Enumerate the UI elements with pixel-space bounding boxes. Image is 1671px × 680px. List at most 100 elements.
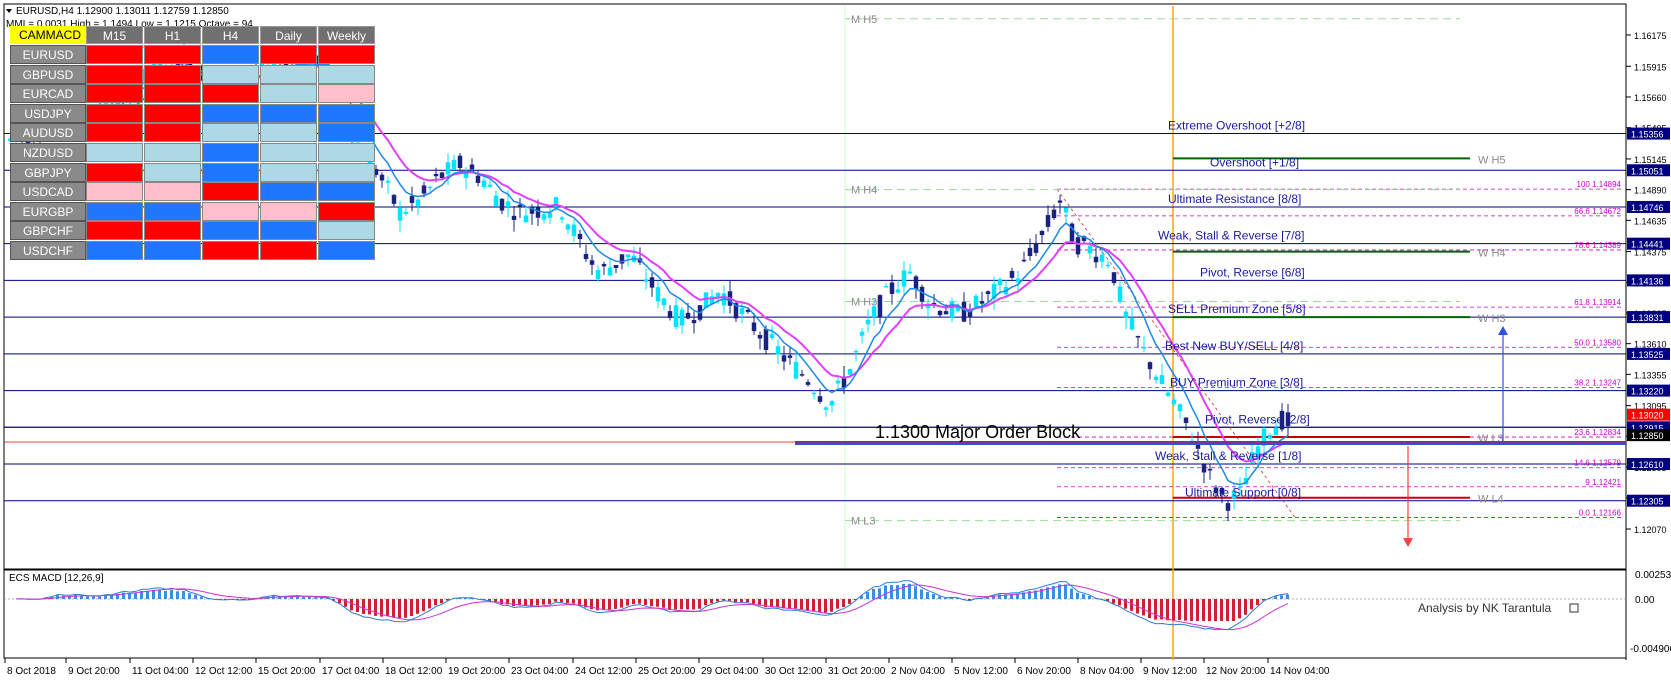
macd-axis-bottom: -0.004906 — [1630, 644, 1671, 655]
candle-body — [421, 185, 427, 194]
time-axis-label: 8 Oct 2018 — [7, 666, 56, 677]
macd-histogram-bar — [152, 589, 155, 599]
fib-label: 0.0 1.12166 — [1579, 508, 1622, 517]
candle-body — [1087, 245, 1093, 254]
time-axis: 8 Oct 2018 9 Oct 20:00 11 Oct 04:00 12 Oct … — [4, 658, 1330, 677]
monthly-pivot-label: M L3 — [851, 516, 875, 528]
candle-body — [679, 309, 685, 326]
price-tag-text: 1.14746 — [1631, 203, 1664, 213]
pair-label[interactable]: USDCAD — [10, 182, 86, 202]
candle-body — [595, 270, 601, 280]
candle-body — [781, 355, 787, 362]
candle-body — [655, 287, 661, 302]
macd-histogram-bar — [800, 599, 803, 610]
time-axis-label: 17 Oct 04:00 — [322, 666, 380, 677]
candle-body — [1105, 264, 1111, 267]
candle-body — [763, 328, 769, 350]
signal-cell — [202, 123, 259, 143]
signal-cell — [318, 84, 375, 104]
murrey-level-label: Pivot, Reverse [6/8] — [1200, 265, 1305, 279]
macd-histogram-bar — [770, 599, 773, 607]
macd-histogram-bar — [662, 599, 665, 608]
macd-histogram-bar — [434, 599, 437, 606]
candle-body — [1111, 272, 1117, 284]
macd-histogram-bar — [686, 599, 689, 610]
macd-histogram-bar — [308, 596, 311, 599]
signal-cell — [86, 241, 143, 260]
candle-body — [937, 311, 943, 316]
price-tag-text: 1.14441 — [1631, 240, 1664, 250]
candle-body — [919, 286, 925, 302]
time-axis-label: 15 Oct 20:00 — [258, 666, 316, 677]
macd-histogram-bar — [170, 590, 173, 599]
macd-histogram-bar — [182, 590, 185, 599]
signal-cell — [318, 162, 375, 182]
macd-histogram-bar — [752, 599, 755, 604]
macd-histogram-bar — [1208, 599, 1211, 621]
candle-body — [643, 279, 649, 282]
pair-label[interactable]: GBPCHF — [10, 221, 86, 241]
pair-label[interactable]: GBPUSD — [10, 64, 86, 84]
time-axis-label: 12 Oct 12:00 — [195, 666, 253, 677]
macd-histogram-bar — [530, 599, 533, 606]
signal-cell — [318, 182, 375, 202]
macd-histogram-bar — [566, 599, 569, 604]
candle-body — [403, 211, 409, 214]
macd-histogram-bar — [896, 585, 899, 599]
pair-label[interactable]: USDCHF — [10, 241, 86, 260]
signal-cell — [144, 182, 201, 202]
macd-histogram-bar — [926, 592, 929, 599]
macd-histogram-bar — [314, 597, 317, 599]
candle-body — [847, 369, 853, 375]
pair-label[interactable]: GBPJPY — [10, 162, 86, 182]
candle-body — [499, 198, 505, 211]
pair-label[interactable]: USDJPY — [10, 103, 86, 123]
pair-label[interactable]: EURUSD — [10, 45, 86, 64]
candle-body — [1123, 311, 1129, 318]
candle-body — [1177, 404, 1183, 412]
macd-histogram-bar — [500, 599, 503, 605]
pair-label[interactable]: NZDUSD — [10, 143, 86, 162]
candle-body — [739, 308, 745, 315]
candle-body — [1045, 215, 1051, 227]
macd-histogram-bar — [614, 599, 617, 609]
time-axis-label: 24 Oct 12:00 — [575, 666, 633, 677]
time-axis-label: 25 Oct 20:00 — [638, 666, 696, 677]
macd-histogram-bar — [728, 599, 731, 601]
macd-histogram-bar — [644, 599, 647, 605]
signal-cell — [318, 201, 375, 221]
time-axis-label: 31 Oct 20:00 — [828, 666, 886, 677]
pair-label[interactable]: EURCAD — [10, 84, 86, 104]
signal-cell — [202, 64, 259, 84]
macd-histogram-bar — [1172, 599, 1175, 621]
time-axis-label: 2 Nov 04:00 — [891, 666, 945, 677]
candle-body — [571, 224, 577, 237]
fib-label: 38.2 1.13247 — [1574, 378, 1621, 387]
weekly-pivot-label: W L4 — [1478, 494, 1504, 506]
candle-body — [547, 213, 553, 218]
pair-label[interactable]: EURGBP — [10, 201, 86, 221]
macd-histogram-bar — [902, 583, 905, 599]
candle-body — [907, 271, 913, 274]
murrey-level-label: BUY Premium Zone [3/8] — [1170, 376, 1303, 390]
price-axis-label: 1.15145 — [1634, 155, 1667, 165]
candle-body — [583, 253, 589, 260]
signal-cell — [260, 162, 317, 182]
price-axis: 1.161751.159151.156601.154051.151451.148… — [1626, 31, 1670, 535]
candle-body — [769, 334, 775, 339]
candle-body — [613, 265, 619, 268]
macd-histogram-bar — [536, 599, 539, 606]
candle-body — [379, 174, 385, 181]
price-tag-text: 1.12610 — [1631, 460, 1664, 470]
macd-histogram-bar — [398, 599, 401, 618]
macd-histogram-bar — [710, 599, 713, 604]
signal-cell — [144, 103, 201, 123]
candle-body — [1057, 200, 1063, 203]
macd-histogram-bar — [1244, 599, 1247, 615]
macd-histogram-bar — [1154, 599, 1157, 620]
pair-label[interactable]: AUDUSD — [10, 123, 86, 143]
candle-body — [565, 224, 571, 230]
time-axis-label: 9 Nov 12:00 — [1143, 666, 1197, 677]
signal-cell — [260, 84, 317, 104]
time-axis-label: 30 Oct 12:00 — [765, 666, 823, 677]
